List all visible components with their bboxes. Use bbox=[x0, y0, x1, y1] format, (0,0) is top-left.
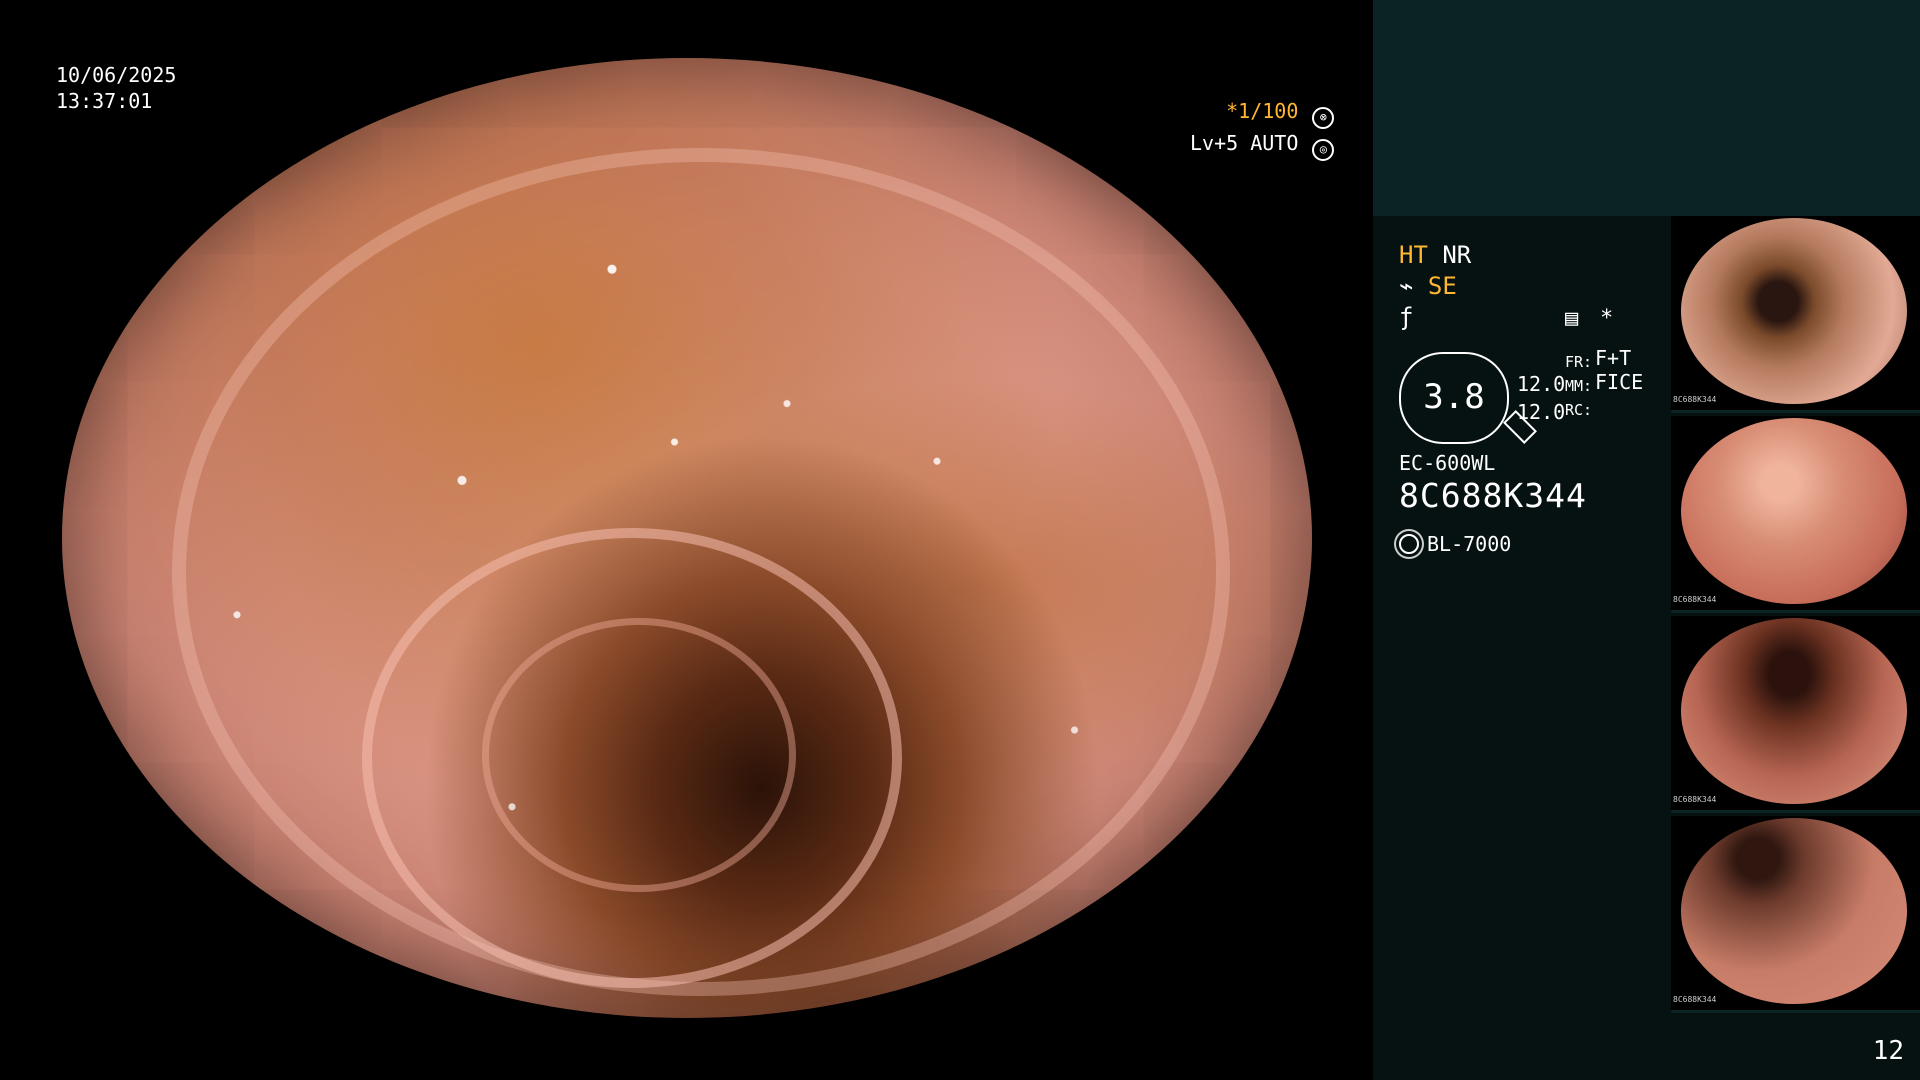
mucosal-fold bbox=[362, 528, 902, 988]
function-icon: ƒ bbox=[1399, 303, 1414, 331]
colon-lumen-image bbox=[62, 58, 1312, 1018]
page-number: 12 bbox=[1872, 1036, 1904, 1066]
endoscope-model: EC-600WL bbox=[1399, 451, 1496, 475]
fr-label: FR: bbox=[1565, 353, 1593, 371]
specular-highlights bbox=[62, 58, 1312, 1018]
ht-label: HT bbox=[1399, 241, 1428, 269]
dial-bottom-value: 12.0 bbox=[1517, 400, 1566, 424]
auto-icon: ◎ bbox=[1312, 139, 1335, 161]
record-icon: ▤ bbox=[1565, 306, 1579, 331]
light-source-label: BL-7000 bbox=[1427, 532, 1512, 556]
mm-value: FICE bbox=[1595, 370, 1644, 394]
mucosal-fold bbox=[482, 618, 796, 892]
mucosal-fold bbox=[172, 148, 1230, 996]
thumbnail-strip: 8C688K344 8C688K344 8C688K344 8C688K344 bbox=[1671, 216, 1920, 1016]
main-endoscopy-view: 10/06/2025 13:37:01 *1/100 ⊗ Lv+5 AUTO ◎ bbox=[0, 0, 1373, 1080]
shutter-speed: *1/100 bbox=[1226, 99, 1299, 123]
thumbnail-caption: 8C688K344 bbox=[1673, 795, 1717, 804]
thumbnail-image bbox=[1681, 818, 1907, 1004]
filter-icon: ⌁ bbox=[1399, 272, 1414, 300]
rc-label: RC: bbox=[1565, 401, 1593, 419]
magnification-dial: 3.8 bbox=[1399, 352, 1537, 444]
light-source: BL-7000 bbox=[1399, 532, 1511, 556]
thumbnail[interactable]: 8C688K344 bbox=[1671, 616, 1920, 813]
header-block bbox=[1373, 0, 1920, 216]
se-label: SE bbox=[1427, 272, 1457, 300]
mode-values: F+T FICE bbox=[1595, 346, 1643, 394]
mm-label: MM: bbox=[1565, 377, 1593, 395]
thumbnail[interactable]: 8C688K344 bbox=[1671, 816, 1920, 1013]
exposure-settings: *1/100 ⊗ Lv+5 AUTO ◎ bbox=[1190, 97, 1335, 161]
asterisk-icon: * bbox=[1600, 306, 1614, 331]
brightness-level: Lv+5 AUTO bbox=[1190, 131, 1299, 155]
light-icon bbox=[1399, 534, 1419, 554]
exam-time: 13:37:01 bbox=[56, 89, 153, 113]
thumbnail[interactable]: 8C688K344 bbox=[1671, 416, 1920, 613]
shutter-icon: ⊗ bbox=[1312, 107, 1335, 129]
thumbnail-image bbox=[1681, 218, 1907, 404]
thumbnail-caption: 8C688K344 bbox=[1673, 395, 1717, 404]
thumbnail-caption: 8C688K344 bbox=[1673, 995, 1717, 1004]
thumbnail-image bbox=[1681, 418, 1907, 604]
dial-values: 12.0 12.0 bbox=[1517, 370, 1565, 426]
endoscope-serial: 8C688K344 bbox=[1399, 476, 1587, 515]
mode-keys: FR: MM: RC: bbox=[1565, 350, 1592, 422]
date-time-block: 10/06/2025 13:37:01 bbox=[56, 62, 176, 114]
fr-value: F+T bbox=[1595, 346, 1632, 370]
thumbnail[interactable]: 8C688K344 bbox=[1671, 216, 1920, 413]
info-panel: HT NR ⌁ SE ƒ ▤ * 3.8 12.0 12.0 FR: MM: R… bbox=[1373, 0, 1920, 1080]
dial-top-value: 12.0 bbox=[1517, 372, 1566, 396]
nr-label: NR bbox=[1442, 241, 1472, 269]
thumbnail-caption: 8C688K344 bbox=[1673, 595, 1717, 604]
thumbnail-image bbox=[1681, 618, 1907, 804]
exam-date: 10/06/2025 bbox=[56, 63, 177, 87]
dial-value: 3.8 bbox=[1423, 377, 1485, 417]
processing-settings: HT NR ⌁ SE ƒ bbox=[1399, 240, 1471, 333]
